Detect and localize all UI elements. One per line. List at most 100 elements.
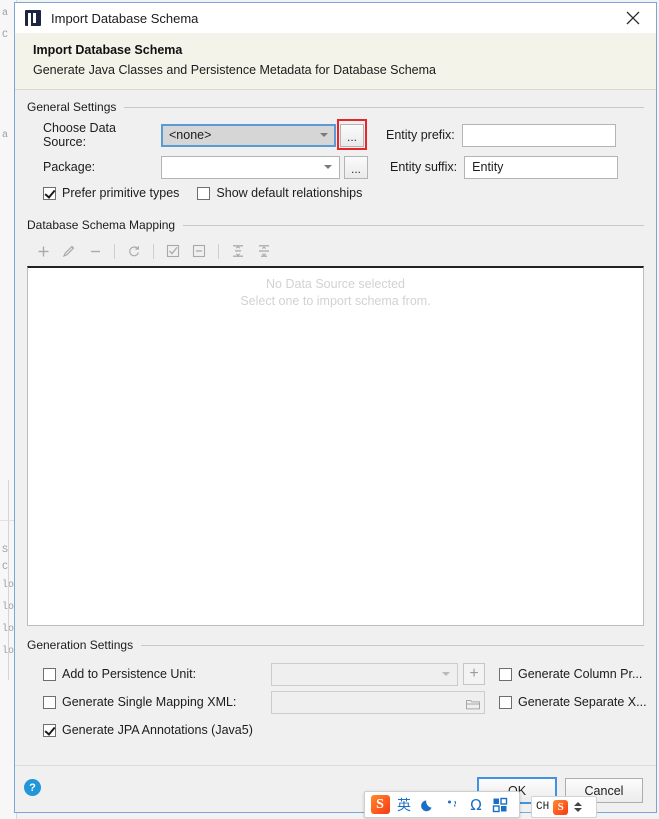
generate-column-properties-checkbox[interactable]: Generate Column Pr... <box>499 667 642 681</box>
checkbox-box <box>43 695 56 709</box>
comma-icon[interactable] <box>441 794 463 816</box>
folder-icon <box>466 696 480 710</box>
data-source-label: Choose Data Source: <box>43 121 116 149</box>
banner-subtitle: Generate Java Classes and Persistence Me… <box>33 63 436 77</box>
checkbox-box <box>43 186 56 200</box>
generate-jpa-annotations-checkbox[interactable]: Generate JPA Annotations (Java5) <box>43 723 253 737</box>
schema-mapping-toolbar <box>27 238 644 264</box>
bg-code-line: a <box>2 130 9 141</box>
chevron-down-icon <box>442 672 450 676</box>
package-label: Package: <box>43 160 96 174</box>
schema-mapping-group-header: Database Schema Mapping <box>27 218 644 232</box>
single-mapping-xml-row: Generate Single Mapping XML: Generate Se… <box>43 688 647 716</box>
show-default-relationships-checkbox[interactable]: Show default relationships <box>197 186 362 200</box>
generate-column-properties-label: Generate Column Pr... <box>518 667 643 681</box>
close-icon[interactable] <box>610 3 656 33</box>
show-default-relationships-label: Show default relationships <box>216 186 363 200</box>
omega-symbol-icon[interactable]: Ω <box>465 794 487 816</box>
generate-single-mapping-xml-checkbox[interactable]: Generate Single Mapping XML: <box>43 695 271 709</box>
group-rule <box>141 644 644 646</box>
general-settings-group-header: General Settings <box>27 100 644 114</box>
persistence-unit-combo-wrap: + <box>271 662 485 686</box>
chevron-down-icon <box>324 165 332 169</box>
ime-tray-logo-icon[interactable]: S <box>553 799 569 815</box>
checkbox-box <box>43 723 56 737</box>
persistence-unit-row: Add to Persistence Unit: + Generate Colu… <box>43 660 644 688</box>
generate-separate-xml-checkbox[interactable]: Generate Separate X... <box>499 695 647 709</box>
import-database-schema-dialog: Import Database Schema Import Database S… <box>14 2 657 813</box>
generate-jpa-annotations-label: Generate JPA Annotations (Java5) <box>62 723 253 737</box>
dialog-titlebar: Import Database Schema <box>15 3 656 33</box>
checkbox-box <box>499 695 512 709</box>
select-all-icon[interactable] <box>161 240 185 262</box>
intellij-idea-icon <box>25 10 41 26</box>
dialog-body: General Settings Choose Data Source: <no… <box>15 90 656 765</box>
empty-state-line-2: Select one to import schema from. <box>240 294 431 308</box>
data-source-browse-wrap: ... <box>336 118 367 150</box>
entity-suffix-label: Entity suffix: <box>390 160 458 174</box>
refresh-icon[interactable] <box>122 240 146 262</box>
entity-suffix-input[interactable]: Entity <box>464 155 619 179</box>
moon-icon[interactable] <box>417 794 439 816</box>
package-row: Package: ... Entity suffix: Entity <box>43 154 644 180</box>
sogou-logo-icon[interactable]: S <box>369 794 391 816</box>
add-to-persistence-unit-label: Add to Persistence Unit: <box>62 667 197 681</box>
prefer-primitive-types-checkbox[interactable]: Prefer primitive types <box>43 186 179 200</box>
persistence-unit-combo <box>271 662 458 686</box>
add-to-persistence-unit-checkbox[interactable]: Add to Persistence Unit: <box>43 667 271 681</box>
expand-all-icon[interactable] <box>226 240 250 262</box>
jpa-annotations-row: Generate JPA Annotations (Java5) <box>43 716 644 744</box>
entity-prefix-input[interactable] <box>461 123 616 147</box>
generate-single-mapping-xml-label: Generate Single Mapping XML: <box>62 695 237 709</box>
ime-language-label: CH <box>536 801 550 813</box>
toolbar-separator <box>218 243 219 259</box>
remove-icon[interactable] <box>83 240 107 262</box>
group-rule <box>124 106 644 108</box>
keyboard-grid-icon[interactable] <box>489 794 511 816</box>
help-icon[interactable]: ? <box>24 779 41 796</box>
package-combo[interactable] <box>161 155 340 179</box>
sogou-ime-toolbar[interactable]: S 英 Ω <box>364 791 520 818</box>
bg-code-line: a <box>2 8 9 19</box>
bg-divider <box>8 480 9 680</box>
chevron-down-icon <box>320 133 328 137</box>
general-settings-label: General Settings <box>27 100 117 114</box>
generation-settings-label: Generation Settings <box>27 638 134 652</box>
ime-mode-toggle[interactable]: 英 <box>393 794 415 816</box>
ime-spinner-icon[interactable] <box>574 802 583 812</box>
mapping-xml-field-wrap <box>271 690 485 714</box>
banner-title: Import Database Schema <box>33 43 183 57</box>
checkbox-box <box>197 186 211 200</box>
schema-mapping-panel[interactable]: No Data Source selected Select one to im… <box>27 266 644 626</box>
general-settings-form: Choose Data Source: <none> ... Entity pr… <box>27 118 644 200</box>
add-icon[interactable] <box>31 240 55 262</box>
toolbar-separator <box>153 243 154 259</box>
add-persistence-unit-button: + <box>463 663 485 685</box>
data-source-combo[interactable]: <none> <box>161 123 336 147</box>
generation-settings-form: Add to Persistence Unit: + Generate Colu… <box>27 660 647 744</box>
collapse-all-icon[interactable] <box>252 240 276 262</box>
schema-mapping-label: Database Schema Mapping <box>27 218 176 232</box>
empty-state-message: No Data Source selected Select one to im… <box>28 276 643 310</box>
sogou-logo-label: S <box>370 795 390 814</box>
prefer-primitive-types-label: Prefer primitive types <box>62 186 180 200</box>
entity-prefix-label: Entity prefix: <box>386 128 455 142</box>
edit-pencil-icon[interactable] <box>57 240 81 262</box>
data-source-browse-button[interactable]: ... <box>340 123 364 147</box>
data-source-value: <none> <box>169 128 212 142</box>
group-rule <box>183 224 644 226</box>
checkbox-box <box>499 667 512 681</box>
checkbox-box <box>43 667 56 681</box>
ime-mode-label: 英 <box>397 797 411 814</box>
dialog-title: Import Database Schema <box>51 10 199 26</box>
package-browse-button[interactable]: ... <box>344 155 368 179</box>
ime-language-indicator[interactable]: CH S <box>531 796 597 818</box>
data-source-row: Choose Data Source: <none> ... Entity pr… <box>43 118 644 150</box>
empty-state-line-1: No Data Source selected <box>266 277 405 291</box>
generate-separate-xml-label: Generate Separate X... <box>518 695 647 709</box>
mapping-xml-path-input <box>271 690 485 714</box>
package-browse-wrap: ... <box>340 155 368 179</box>
omega-label: Ω <box>470 795 482 814</box>
generation-settings-group-header: Generation Settings <box>27 638 644 652</box>
deselect-all-icon[interactable] <box>187 240 211 262</box>
